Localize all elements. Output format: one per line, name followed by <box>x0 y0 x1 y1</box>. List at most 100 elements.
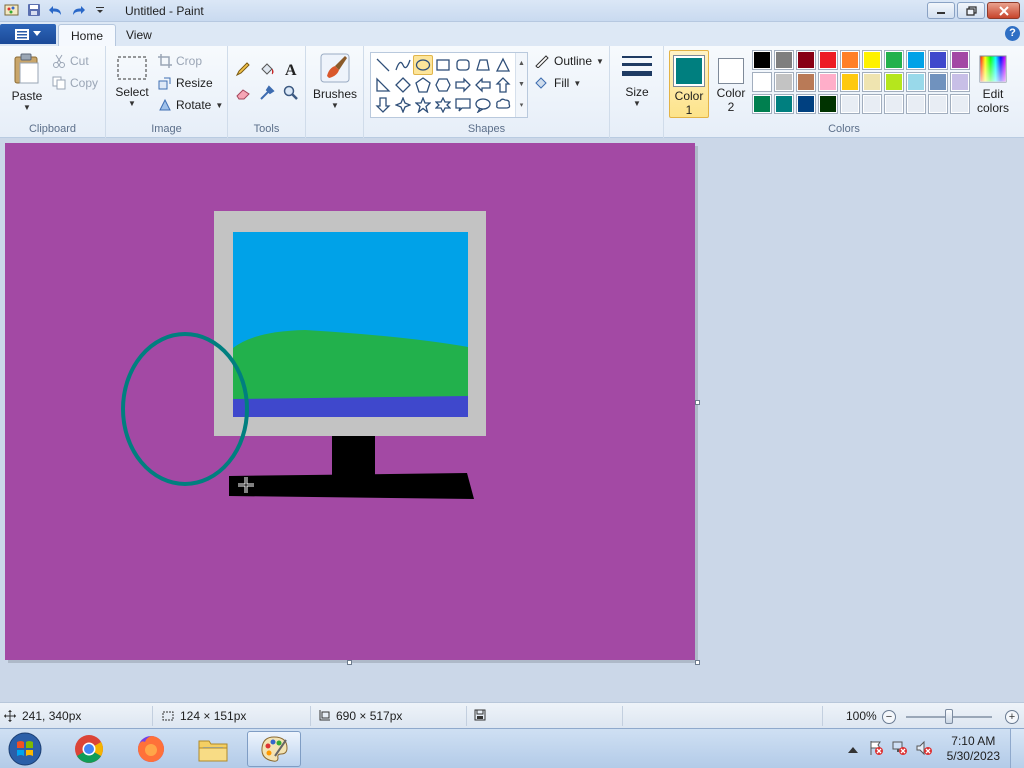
restore-button[interactable] <box>957 2 985 19</box>
palette-swatch[interactable] <box>884 72 904 92</box>
tab-view[interactable]: View <box>114 24 164 46</box>
pentagon-shape-icon[interactable] <box>413 75 433 95</box>
cut-button[interactable]: Cut <box>52 54 89 68</box>
customize-qat-icon[interactable] <box>92 2 108 18</box>
right-arrow-shape-icon[interactable] <box>453 75 473 95</box>
copy-button[interactable]: Copy <box>52 76 98 90</box>
color-picker-icon[interactable] <box>256 82 278 104</box>
palette-swatch[interactable] <box>950 72 970 92</box>
four-point-star-shape-icon[interactable] <box>393 95 413 115</box>
palette-swatch[interactable] <box>818 50 838 70</box>
palette-swatch[interactable] <box>840 72 860 92</box>
palette-swatch[interactable] <box>796 50 816 70</box>
taskbar-clock[interactable]: 7:10 AM 5/30/2023 <box>947 734 1000 764</box>
fill-bucket-icon[interactable] <box>256 58 278 80</box>
palette-swatch[interactable] <box>862 72 882 92</box>
oval-callout-shape-icon[interactable] <box>473 95 493 115</box>
palette-swatch[interactable] <box>950 94 970 114</box>
start-button[interactable] <box>5 731 45 767</box>
crop-button[interactable]: Crop <box>158 54 202 68</box>
shapes-scrollbar[interactable]: ▲ ▼ ▾ <box>515 53 527 117</box>
palette-swatch[interactable] <box>906 50 926 70</box>
zoom-in-button[interactable]: + <box>1005 710 1019 724</box>
palette-swatch[interactable] <box>906 94 926 114</box>
line-shape-icon[interactable] <box>373 55 393 75</box>
canvas-resize-handle-right[interactable] <box>695 400 700 405</box>
diamond-shape-icon[interactable] <box>393 75 413 95</box>
palette-swatch[interactable] <box>906 72 926 92</box>
paste-button[interactable]: Paste ▼ <box>8 52 46 112</box>
cloud-callout-shape-icon[interactable] <box>493 95 513 115</box>
palette-swatch[interactable] <box>950 50 970 70</box>
down-arrow-shape-icon[interactable] <box>373 95 393 115</box>
left-arrow-shape-icon[interactable] <box>473 75 493 95</box>
paint-menu-button[interactable] <box>0 24 56 44</box>
zoom-out-button[interactable]: − <box>882 710 896 724</box>
size-button[interactable]: Size ▼ <box>616 52 658 108</box>
close-button[interactable] <box>987 2 1020 19</box>
palette-swatch[interactable] <box>928 72 948 92</box>
magnifier-icon[interactable] <box>280 82 302 104</box>
palette-swatch[interactable] <box>818 72 838 92</box>
show-hidden-icons-button[interactable] <box>848 743 858 757</box>
palette-swatch[interactable] <box>862 50 882 70</box>
text-icon[interactable]: A <box>280 58 302 80</box>
redo-icon[interactable] <box>70 2 86 18</box>
rotate-button[interactable]: Rotate ▼ <box>158 98 223 112</box>
palette-swatch[interactable] <box>752 94 772 114</box>
palette-swatch[interactable] <box>840 50 860 70</box>
color2-button[interactable]: Color 2 <box>712 50 750 118</box>
palette-swatch[interactable] <box>884 94 904 114</box>
volume-icon[interactable] <box>916 740 932 759</box>
help-icon[interactable]: ? <box>1005 26 1020 41</box>
action-center-icon[interactable] <box>868 740 884 759</box>
drawing-canvas[interactable] <box>5 143 695 660</box>
rectangle-shape-icon[interactable] <box>433 55 453 75</box>
taskbar-file-explorer[interactable] <box>186 731 240 767</box>
five-point-star-shape-icon[interactable] <box>413 95 433 115</box>
hexagon-shape-icon[interactable] <box>433 75 453 95</box>
palette-swatch[interactable] <box>840 94 860 114</box>
up-arrow-shape-icon[interactable] <box>493 75 513 95</box>
minimize-button[interactable] <box>927 2 955 19</box>
right-triangle-shape-icon[interactable] <box>373 75 393 95</box>
paint-app-icon[interactable] <box>4 2 20 18</box>
taskbar-paint[interactable] <box>247 731 301 767</box>
select-button[interactable]: Select ▼ <box>114 54 150 108</box>
canvas-resize-handle-bottom[interactable] <box>347 660 352 665</box>
color1-button[interactable]: Color 1 <box>669 50 709 118</box>
polygon-shape-icon[interactable] <box>473 55 493 75</box>
taskbar-chrome[interactable] <box>62 731 116 767</box>
palette-swatch[interactable] <box>928 50 948 70</box>
eraser-icon[interactable] <box>232 82 254 104</box>
palette-swatch[interactable] <box>796 94 816 114</box>
taskbar-firefox[interactable] <box>124 731 178 767</box>
edit-colors-button[interactable]: Edit colors <box>972 50 1014 118</box>
outline-button[interactable]: Outline ▼ <box>534 54 604 68</box>
resize-button[interactable]: Resize <box>158 76 213 90</box>
palette-swatch[interactable] <box>752 72 772 92</box>
palette-swatch[interactable] <box>862 94 882 114</box>
brushes-button[interactable]: Brushes ▼ <box>312 52 358 110</box>
palette-swatch[interactable] <box>774 72 794 92</box>
show-desktop-button[interactable] <box>1010 729 1024 768</box>
palette-swatch[interactable] <box>774 50 794 70</box>
oval-shape-icon[interactable] <box>413 55 433 75</box>
palette-swatch[interactable] <box>774 94 794 114</box>
palette-swatch[interactable] <box>796 72 816 92</box>
rect-callout-shape-icon[interactable] <box>453 95 473 115</box>
curve-shape-icon[interactable] <box>393 55 413 75</box>
triangle-shape-icon[interactable] <box>493 55 513 75</box>
save-icon[interactable] <box>26 2 42 18</box>
palette-swatch[interactable] <box>818 94 838 114</box>
pencil-icon[interactable] <box>232 58 254 80</box>
palette-swatch[interactable] <box>928 94 948 114</box>
network-icon[interactable] <box>892 740 908 759</box>
fill-button[interactable]: Fill ▼ <box>534 76 581 90</box>
tab-home[interactable]: Home <box>58 24 117 46</box>
six-point-star-shape-icon[interactable] <box>433 95 453 115</box>
palette-swatch[interactable] <box>752 50 772 70</box>
zoom-slider-thumb[interactable] <box>945 709 953 724</box>
undo-icon[interactable] <box>48 2 64 18</box>
canvas-resize-handle-corner[interactable] <box>695 660 700 665</box>
